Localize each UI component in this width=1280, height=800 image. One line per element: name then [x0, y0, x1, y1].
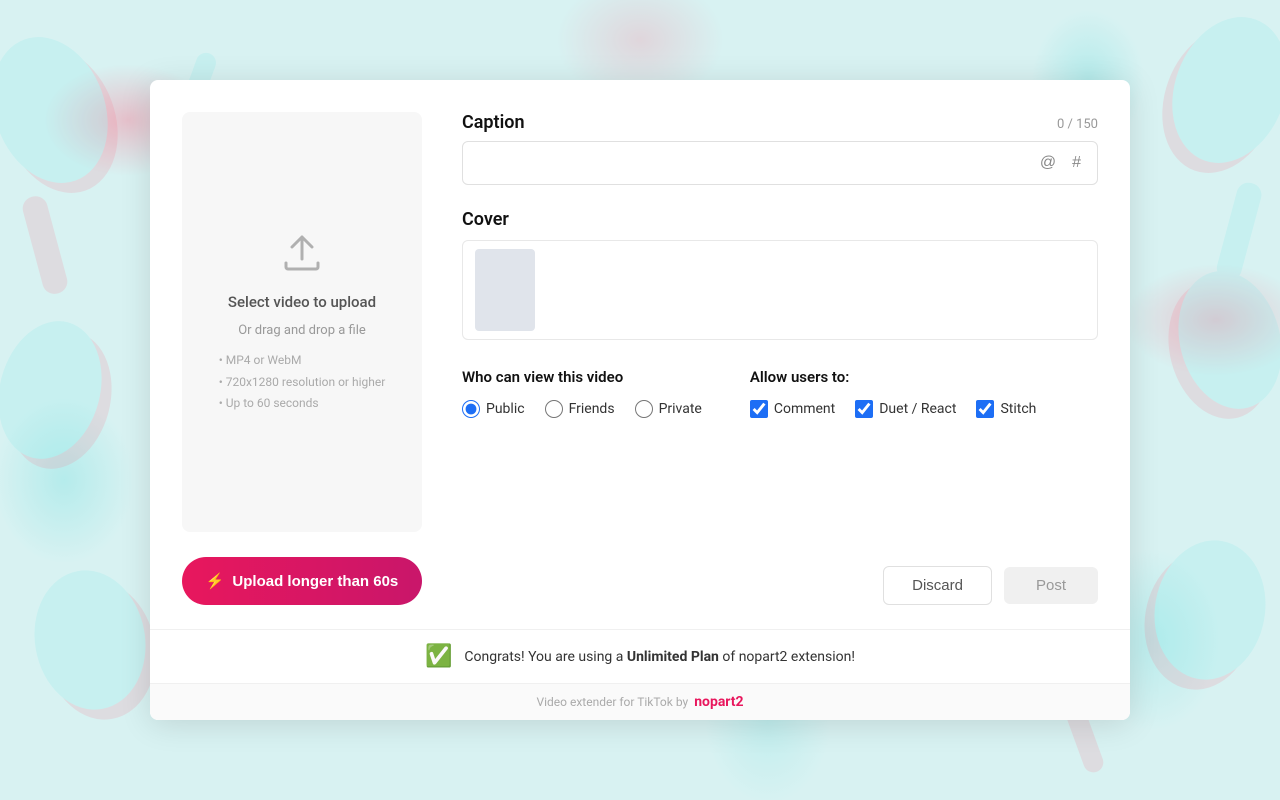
allow-comment-label: Comment — [774, 401, 835, 417]
banner-text-before: Congrats! You are using a — [464, 649, 626, 665]
banner-text-bold: Unlimited Plan — [627, 649, 719, 665]
permissions-row: Who can view this video Public Friends — [462, 368, 1098, 418]
action-row: Discard Post — [462, 566, 1098, 605]
allow-options: Comment Duet / React Stitch — [750, 400, 1037, 418]
allow-duet-option[interactable]: Duet / React — [855, 400, 956, 418]
main-modal: Select video to upload Or drag and drop … — [150, 80, 1130, 720]
banner-text-after: of nopart2 extension! — [719, 649, 855, 665]
lightning-icon: ⚡ — [206, 572, 225, 590]
caption-input-row[interactable]: @ # — [462, 141, 1098, 185]
upload-area[interactable]: Select video to upload Or drag and drop … — [182, 112, 422, 532]
footer: Video extender for TikTok by nopart2 — [150, 683, 1130, 720]
upload-longer-button[interactable]: ⚡ Upload longer than 60s — [182, 557, 422, 605]
spec-resolution: 720x1280 resolution or higher — [219, 372, 386, 394]
cover-label: Cover — [462, 209, 1098, 230]
view-permission-group: Who can view this video Public Friends — [462, 368, 702, 418]
cover-thumbnail — [475, 249, 535, 331]
view-private-option[interactable]: Private — [635, 400, 702, 418]
allow-duet-checkbox[interactable] — [855, 400, 873, 418]
view-private-radio[interactable] — [635, 400, 653, 418]
discard-button[interactable]: Discard — [883, 566, 992, 605]
allow-stitch-checkbox[interactable] — [976, 400, 994, 418]
caption-input[interactable] — [475, 155, 1028, 171]
upload-longer-label: Upload longer than 60s — [232, 573, 398, 590]
spec-duration: Up to 60 seconds — [219, 393, 386, 415]
allow-comment-checkbox[interactable] — [750, 400, 768, 418]
allow-permission-group: Allow users to: Comment Duet / React — [750, 368, 1037, 418]
badge-icon: ✅ — [425, 644, 452, 669]
post-button[interactable]: Post — [1004, 567, 1098, 604]
allow-duet-label: Duet / React — [879, 401, 956, 417]
view-options: Public Friends Private — [462, 400, 702, 418]
nopart-logo: nopart2 — [694, 694, 743, 710]
allow-label: Allow users to: — [750, 368, 1037, 386]
hash-button[interactable]: # — [1068, 152, 1085, 174]
right-panel: Caption 0 / 150 @ # Cover — [462, 112, 1098, 605]
cover-section: Cover — [462, 209, 1098, 340]
allow-stitch-label: Stitch — [1000, 401, 1036, 417]
view-friends-option[interactable]: Friends — [545, 400, 615, 418]
allow-stitch-option[interactable]: Stitch — [976, 400, 1036, 418]
upload-subtitle: Or drag and drop a file — [238, 323, 366, 338]
at-button[interactable]: @ — [1036, 152, 1060, 174]
char-count: 0 / 150 — [1057, 117, 1098, 132]
view-label: Who can view this video — [462, 368, 702, 386]
left-panel: Select video to upload Or drag and drop … — [182, 112, 422, 605]
view-public-label: Public — [486, 401, 525, 417]
allow-comment-option[interactable]: Comment — [750, 400, 835, 418]
view-private-label: Private — [659, 401, 702, 417]
view-public-option[interactable]: Public — [462, 400, 525, 418]
spec-format: MP4 or WebM — [219, 350, 386, 372]
bottom-banner: ✅ Congrats! You are using a Unlimited Pl… — [150, 629, 1130, 683]
caption-label: Caption — [462, 112, 525, 133]
cover-strip[interactable] — [462, 240, 1098, 340]
view-friends-radio[interactable] — [545, 400, 563, 418]
upload-icon — [278, 229, 326, 281]
caption-header: Caption 0 / 150 — [462, 112, 1098, 133]
view-friends-label: Friends — [569, 401, 615, 417]
footer-text: Video extender for TikTok by — [536, 695, 688, 709]
banner-text: Congrats! You are using a Unlimited Plan… — [464, 649, 855, 665]
upload-specs: MP4 or WebM 720x1280 resolution or highe… — [203, 350, 402, 415]
view-public-radio[interactable] — [462, 400, 480, 418]
upload-title: Select video to upload — [228, 293, 376, 311]
